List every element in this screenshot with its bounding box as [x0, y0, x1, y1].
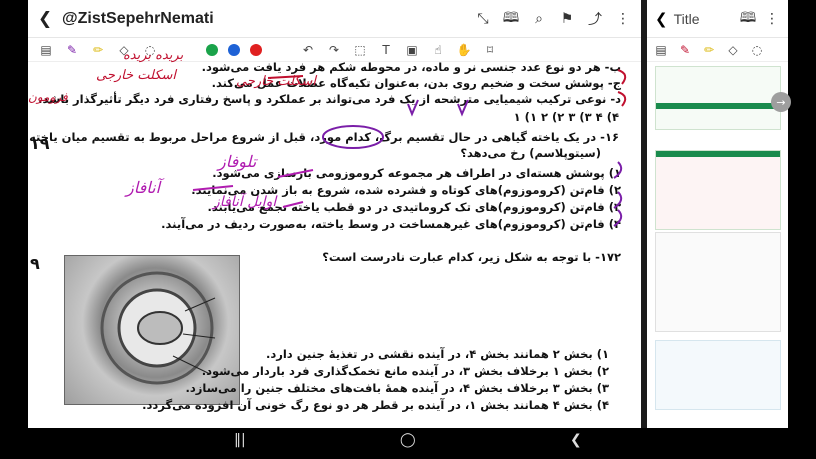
right-sidebar-icon[interactable]: ▤ — [653, 42, 669, 58]
expand-pane-handle[interactable]: → — [771, 92, 791, 112]
note-header: ❮ @ZistSepehrNemati ⤡ 🕮 ⌕ ⚑ ⤴ ⋮ — [28, 0, 641, 38]
page-thumbnail-3[interactable] — [655, 232, 781, 332]
option-172-2: ۲) بخش ۱ برخلاف بخش ۳، در آینده مانع تخم… — [201, 364, 609, 378]
pen-toolbar: ▤ ✎ ✏ ◇ ◌ ↶ ↷ ⬚ T ▣ ☝ ✋ ⌑ — [28, 38, 641, 62]
option-172-1: ۱) بخش ۲ همانند بخش ۴، در آینده نقشی در … — [265, 347, 609, 361]
right-pen-icon[interactable]: ✎ — [677, 42, 693, 58]
right-back-icon[interactable]: ❮ — [655, 10, 668, 28]
book-icon[interactable]: 🕮 — [503, 10, 520, 27]
margin-number-9: ۹ — [30, 254, 40, 273]
handwriting-exoskeleton-2: اسکلت خارجی — [236, 74, 317, 89]
expand-icon[interactable]: ⤡ — [475, 11, 491, 27]
right-highlighter-icon[interactable]: ✏ — [701, 42, 717, 58]
bookmark-icon[interactable]: ⚑ — [559, 11, 575, 27]
share-icon[interactable]: ⤴ — [587, 11, 603, 28]
page-thumbnail-1[interactable] — [655, 66, 781, 130]
page-thumbnail-4[interactable] — [655, 340, 781, 410]
more-icon[interactable]: ⋮ — [615, 11, 631, 27]
color-blue-swatch[interactable] — [228, 43, 240, 56]
pen-icon[interactable]: ✎ — [64, 42, 80, 58]
shape-icon[interactable]: ⬚ — [352, 42, 368, 58]
right-toolbar: ▤ ✎ ✏ ◇ ◌ — [647, 38, 788, 62]
right-eraser-icon[interactable]: ◇ — [725, 42, 741, 58]
note-title: @ZistSepehrNemati — [62, 9, 214, 27]
tag-icon[interactable]: ⌑ — [482, 42, 498, 58]
handwriting-anaphase: آنافاز — [126, 178, 161, 197]
document-page[interactable]: ب- هر دو نوع عدد جنسی نر و ماده، در محوط… — [28, 48, 641, 428]
statement-b: ب- هر دو نوع عدد جنسی نر و ماده، در محوط… — [201, 60, 621, 74]
question-16-line2: (سیتوپلاسم) رخ می‌دهد؟ — [460, 146, 601, 160]
note-pane-left: ❮ @ZistSepehrNemati ⤡ 🕮 ⌕ ⚑ ⤴ ⋮ ▤ ✎ ✏ ◇ … — [28, 0, 641, 428]
color-red-swatch[interactable] — [250, 43, 262, 56]
right-lasso-icon[interactable]: ◌ — [749, 42, 765, 58]
question-16-line1: ۱۶- در یک یاخته گیاهی در حال تقسیم برگ، … — [29, 130, 619, 144]
sidebar-icon[interactable]: ▤ — [38, 42, 54, 58]
options-numbers: ۴) ۴ ۳) ۳ ۲) ۲ ۱) ۱ — [513, 110, 619, 124]
home-icon[interactable]: ◯ — [400, 432, 416, 448]
header-tools: ⤡ 🕮 ⌕ ⚑ ⤴ ⋮ — [475, 10, 631, 28]
text-icon[interactable]: T — [378, 42, 394, 58]
system-navbar: ‖| ◯ ❮ — [0, 428, 816, 459]
handwriting-exoskeleton-1: اسکلت خارجی — [96, 68, 177, 83]
undo-icon[interactable]: ↶ — [300, 42, 316, 58]
margin-number-19: ۱۹ — [30, 134, 50, 153]
right-more-icon[interactable]: ⋮ — [764, 11, 780, 27]
note-pane-right: ❮ Title 🕮 ⋮ ▤ ✎ ✏ ◇ ◌ — [647, 0, 788, 428]
highlighter-icon[interactable]: ✏ — [90, 42, 106, 58]
hand-icon[interactable]: ✋ — [456, 42, 472, 58]
handwriting-telophase: تلوفاز — [218, 152, 257, 171]
recent-apps-icon[interactable]: ‖| — [234, 432, 246, 448]
statement-d: د- نوعی ترکیب شیمیایی مترشحه از یک فرد م… — [38, 92, 621, 106]
handwriting-top-right: بریده بریده — [123, 48, 184, 63]
handwriting-metaphase: اوایل آنافاز — [213, 194, 277, 210]
back-nav-icon[interactable]: ❮ — [570, 432, 582, 448]
search-icon[interactable]: ⌕ — [531, 11, 547, 27]
color-green-swatch[interactable] — [206, 43, 218, 56]
option-172-4: ۴) بخش ۴ همانند بخش ۱، در آینده بر قطر ه… — [142, 398, 609, 412]
right-book-icon[interactable]: 🕮 — [740, 10, 757, 27]
right-title: Title — [673, 10, 700, 27]
redo-icon[interactable]: ↷ — [326, 42, 342, 58]
image-icon[interactable]: ▣ — [404, 42, 420, 58]
back-icon[interactable]: ❮ — [38, 9, 58, 29]
handwriting-pheromone: فرومون — [28, 90, 68, 104]
option-16-1: ۱) پوشش هسته‌ای در اطراف هر مجموعه کرومو… — [212, 166, 621, 180]
pointer-icon[interactable]: ☝ — [430, 42, 446, 58]
page-thumbnail-2[interactable] — [655, 150, 781, 230]
right-header: ❮ Title 🕮 ⋮ — [647, 0, 788, 38]
option-16-4: ۴) فام‌تن (کروموزوم)های غیرهمساخت در وسط… — [161, 217, 621, 231]
question-172: ۱۷۲- با توجه به شکل زیر، کدام عبارت نادر… — [322, 250, 621, 264]
option-172-3: ۳) بخش ۳ برخلاف بخش ۴، در آینده همهٔ باف… — [185, 381, 609, 395]
